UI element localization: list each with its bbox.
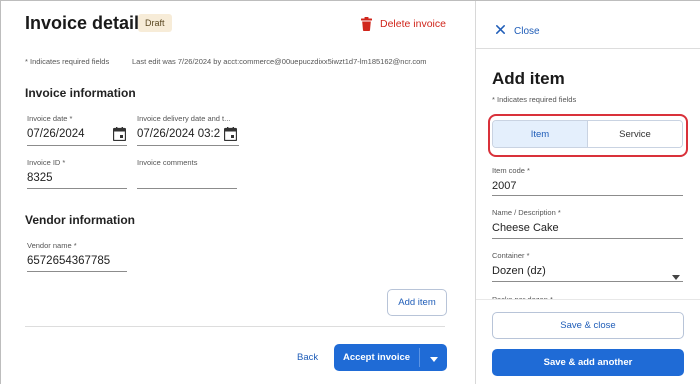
section-divider: [25, 326, 445, 327]
name-description-underline: [492, 238, 683, 239]
trash-icon: [361, 17, 372, 31]
close-button[interactable]: Close: [496, 25, 540, 37]
invoice-date-field[interactable]: 07/26/2024: [27, 128, 109, 140]
accept-invoice-button[interactable]: Accept invoice: [334, 344, 419, 371]
delete-invoice-label: Delete invoice: [380, 18, 446, 30]
close-icon: [496, 25, 505, 37]
panel-footer: Save & close Save & add another: [476, 299, 700, 384]
name-description-label: Name / Description *: [492, 208, 561, 217]
invoice-comments-underline: [137, 188, 237, 189]
delivery-date-label: Invoice delivery date and t...: [137, 114, 231, 123]
panel-divider: [476, 48, 700, 49]
name-description-field[interactable]: Cheese Cake: [492, 222, 559, 234]
invoice-details-panel: Invoice details Draft Delete invoice * I…: [1, 1, 475, 384]
item-code-label: Item code *: [492, 166, 530, 175]
last-edit-text: Last edit was 7/26/2024 by acct:commerce…: [132, 57, 427, 66]
item-type-toggle: Item Service: [492, 120, 683, 148]
panel-required-note: * Indicates required fields: [492, 95, 577, 104]
calendar-icon[interactable]: [223, 127, 238, 146]
accept-invoice-split-button: Accept invoice: [334, 344, 447, 371]
close-label: Close: [514, 25, 540, 37]
vendor-name-label: Vendor name *: [27, 241, 77, 250]
vendor-name-underline: [27, 271, 127, 272]
status-badge: Draft: [138, 14, 172, 32]
page-title: Invoice details: [25, 13, 150, 33]
invoice-id-field[interactable]: 8325: [27, 172, 127, 184]
invoice-information-heading: Invoice information: [25, 86, 136, 100]
tab-service[interactable]: Service: [588, 121, 682, 147]
invoice-date-label: Invoice date *: [27, 114, 73, 123]
save-add-another-button[interactable]: Save & add another: [492, 349, 684, 376]
accept-options-toggle[interactable]: [420, 344, 447, 371]
vendor-information-heading: Vendor information: [25, 213, 136, 227]
delete-invoice-button[interactable]: Delete invoice: [361, 17, 446, 31]
container-label: Container *: [492, 251, 530, 260]
item-code-field[interactable]: 2007: [492, 180, 516, 192]
app-frame: Invoice details Draft Delete invoice * I…: [0, 0, 700, 384]
container-underline: [492, 281, 683, 282]
add-item-panel: Close Add item * Indicates required fiel…: [475, 1, 700, 384]
calendar-icon[interactable]: [112, 127, 127, 146]
tab-item[interactable]: Item: [493, 121, 588, 147]
add-item-button[interactable]: Add item: [387, 289, 447, 316]
container-select[interactable]: Dozen (dz): [492, 265, 546, 277]
item-code-underline: [492, 195, 683, 196]
invoice-id-label: Invoice ID *: [27, 158, 66, 167]
delivery-date-field[interactable]: 07/26/2024 03:2: [137, 128, 223, 140]
required-note: * Indicates required fields: [25, 57, 110, 66]
back-button[interactable]: Back: [297, 352, 318, 363]
delivery-date-underline: [137, 145, 239, 146]
invoice-comments-label: Invoice comments: [137, 158, 198, 167]
save-close-button[interactable]: Save & close: [492, 312, 684, 339]
vendor-name-field[interactable]: 6572654367785: [27, 255, 127, 267]
invoice-date-underline: [27, 145, 127, 146]
invoice-id-underline: [27, 188, 127, 189]
dropdown-arrow-icon[interactable]: [672, 267, 680, 285]
panel-title: Add item: [492, 69, 565, 88]
chevron-down-icon: [429, 349, 438, 367]
